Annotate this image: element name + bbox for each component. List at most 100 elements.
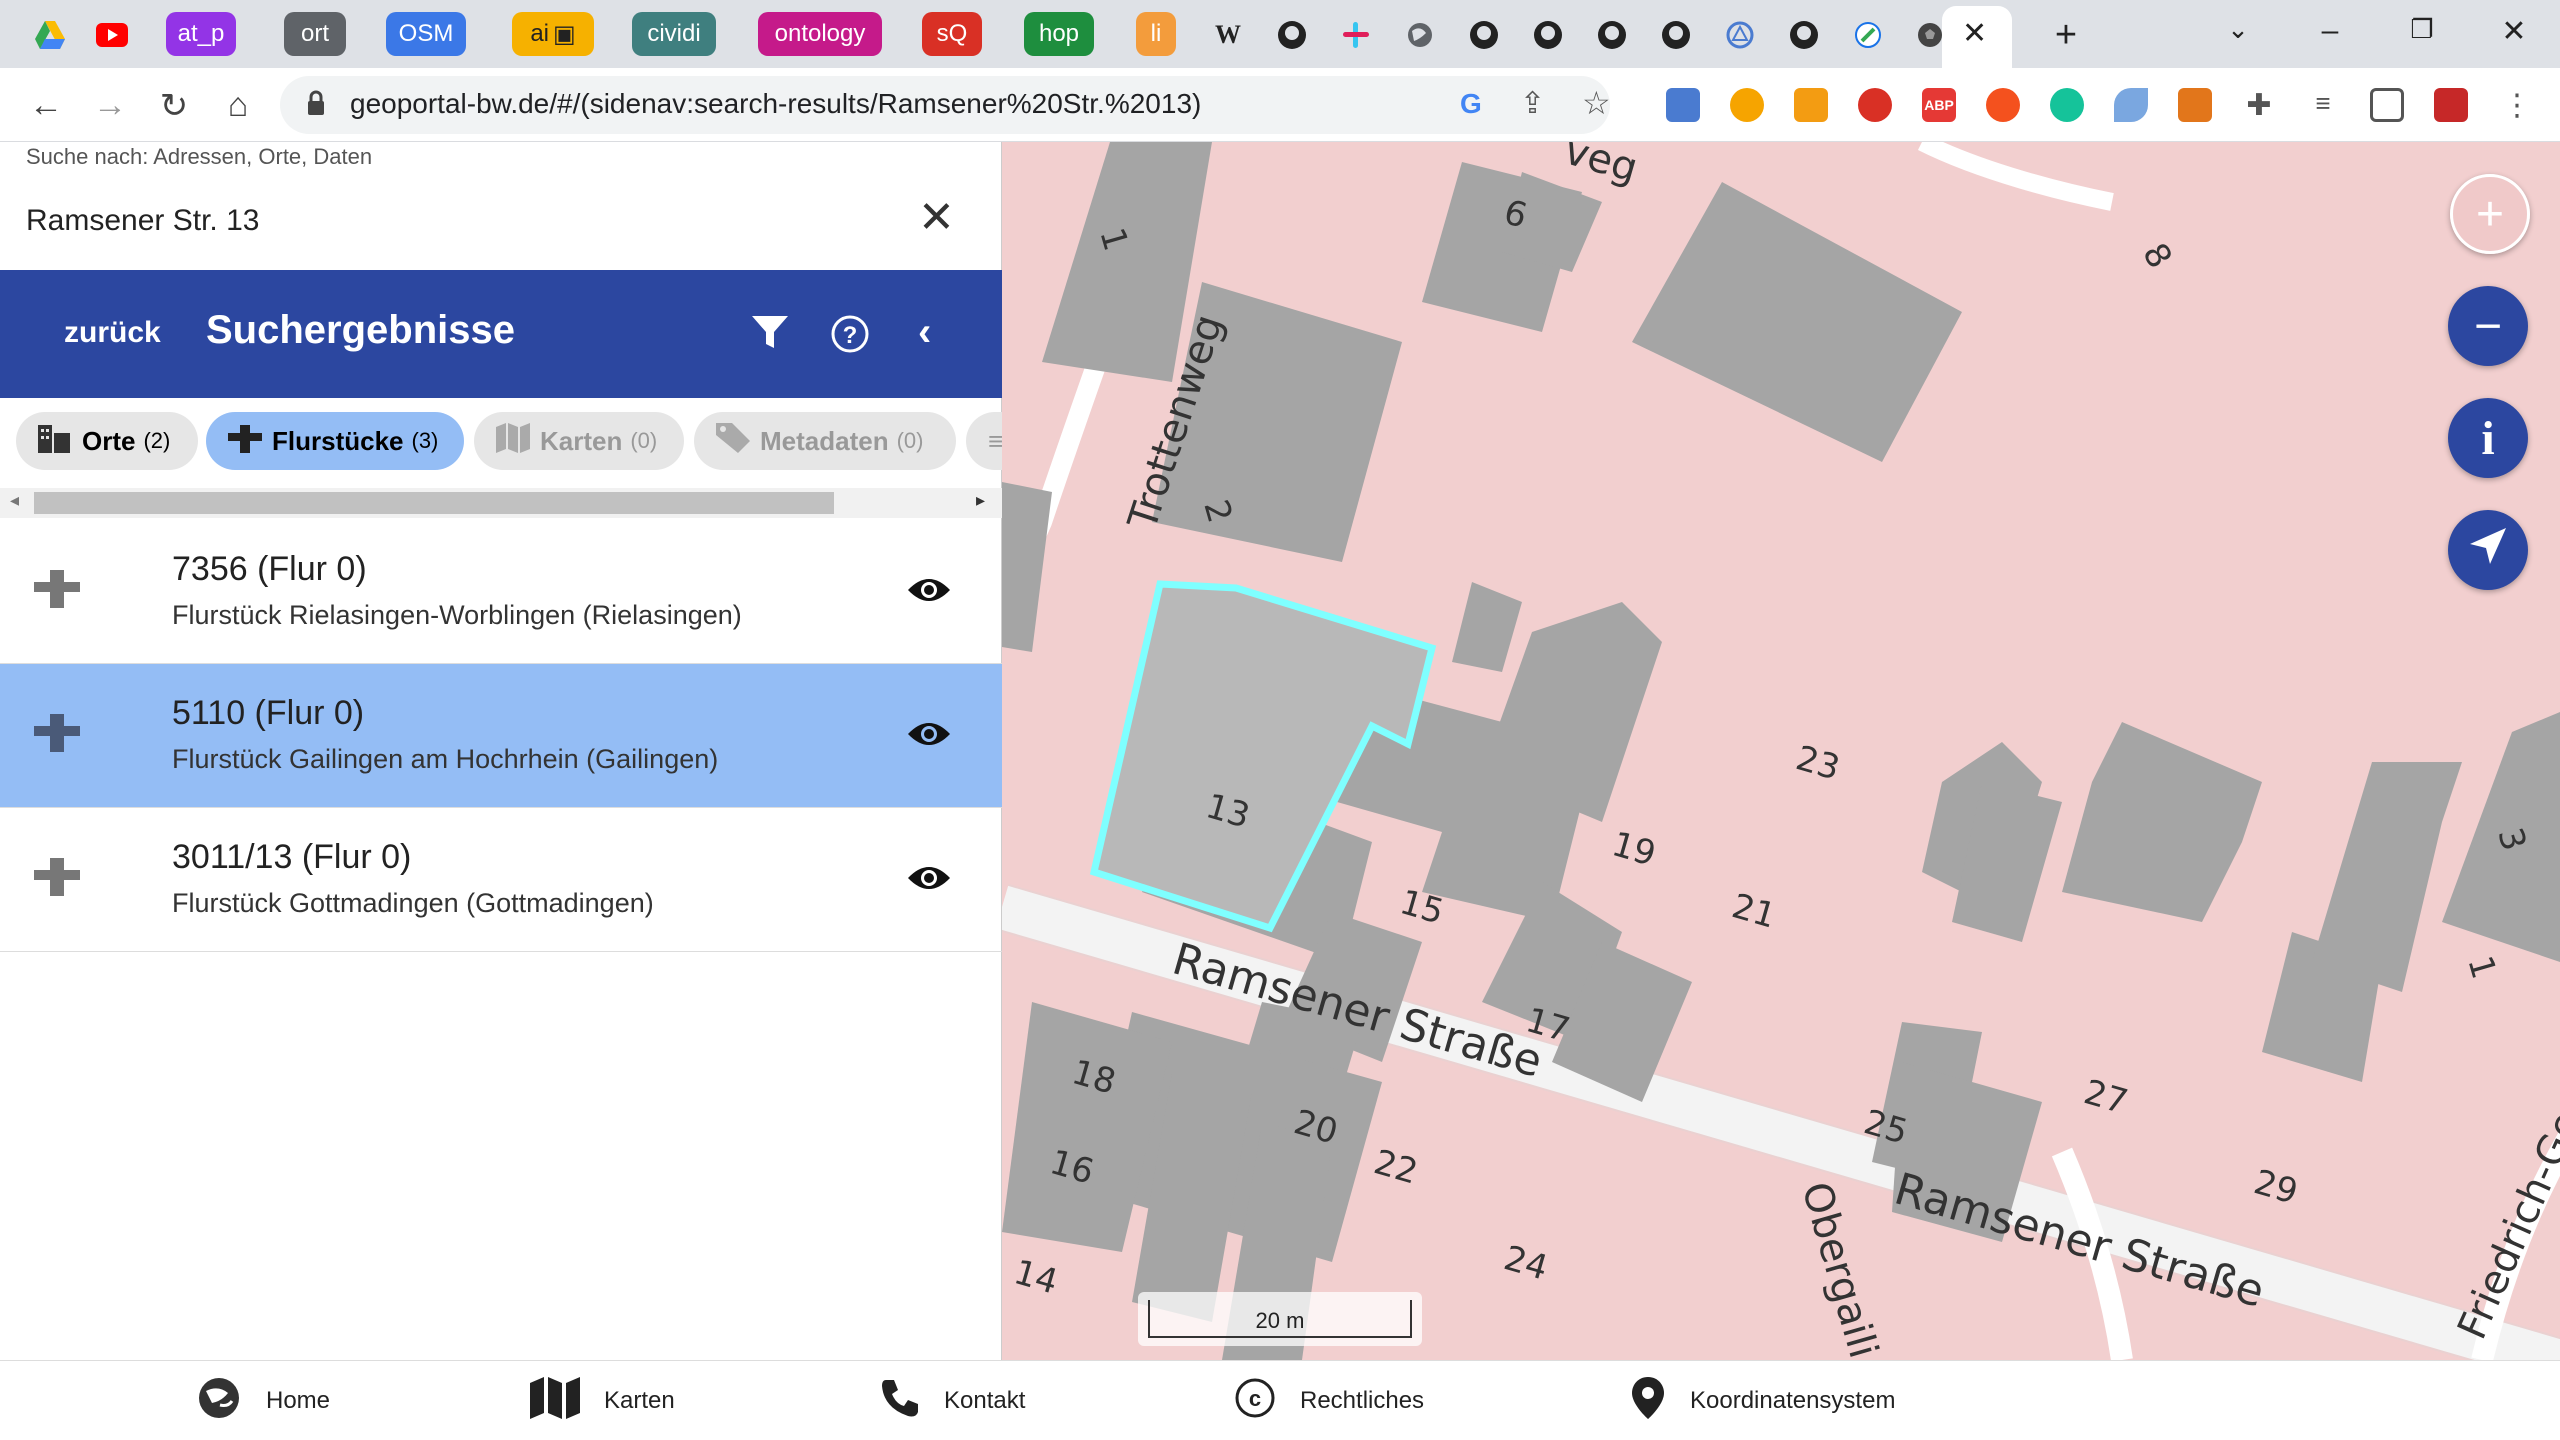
nav-kontakt[interactable]: Kontakt bbox=[880, 1375, 1025, 1427]
window-close-icon[interactable]: ✕ bbox=[2490, 14, 2538, 49]
navigation-arrow-icon bbox=[2468, 523, 2508, 578]
chip-metadaten[interactable]: Metadaten (0) bbox=[694, 412, 956, 470]
lifebuoy-extension-icon[interactable] bbox=[1986, 88, 2020, 122]
tab-li[interactable]: li bbox=[1136, 12, 1176, 56]
tab-at-p[interactable]: at_p bbox=[166, 12, 236, 56]
grammarly-icon[interactable] bbox=[2050, 88, 2084, 122]
tab-osm[interactable]: OSM bbox=[386, 12, 466, 56]
search-input[interactable]: Ramsener Str. 13 bbox=[26, 204, 259, 238]
parcel-icon bbox=[34, 568, 80, 613]
youtube-icon[interactable] bbox=[94, 17, 130, 53]
chip-karten[interactable]: Karten (0) bbox=[474, 412, 684, 470]
github-icon[interactable] bbox=[1658, 17, 1694, 53]
chip-label: Metadaten bbox=[760, 425, 889, 456]
eye-icon[interactable] bbox=[906, 574, 952, 611]
map-canvas[interactable]: Trottenweg Ramsener Straße Ramsener Stra… bbox=[1002, 142, 2560, 1360]
scroll-left-icon[interactable]: ◂ bbox=[10, 490, 19, 511]
feather-extension-icon[interactable] bbox=[2114, 88, 2148, 122]
tab-hop[interactable]: hop bbox=[1024, 12, 1094, 56]
back-button[interactable]: zurück bbox=[64, 316, 161, 350]
house-number: 8 bbox=[2134, 237, 2179, 276]
home-icon[interactable]: ⌂ bbox=[214, 86, 262, 125]
building-icon bbox=[38, 423, 72, 460]
result-item[interactable]: 7356 (Flur 0) Flurstück Rielasingen-Worb… bbox=[0, 520, 1002, 664]
google-translate-icon[interactable]: G bbox=[1460, 88, 1482, 120]
active-tab[interactable]: ✕ bbox=[1942, 6, 2012, 68]
result-item[interactable]: 3011/13 (Flur 0) Flurstück Gottmadingen … bbox=[0, 808, 1002, 952]
chip-more[interactable]: ≡ bbox=[966, 412, 1002, 470]
reload-icon[interactable]: ↻ bbox=[150, 86, 198, 126]
forward-arrow-icon[interactable]: → bbox=[86, 86, 134, 125]
translate-extension-icon[interactable] bbox=[1666, 88, 1700, 122]
locate-button[interactable] bbox=[2448, 510, 2528, 590]
chart-extension-icon[interactable] bbox=[1794, 88, 1828, 122]
results-header: zurück Suchergebnisse ? ‹ bbox=[0, 270, 1002, 398]
nav-home[interactable]: Home bbox=[196, 1375, 330, 1427]
nav-koordinatensystem[interactable]: Koordinatensystem bbox=[1630, 1375, 1895, 1427]
github-icon[interactable] bbox=[1274, 17, 1310, 53]
tab-label: ort bbox=[300, 20, 329, 47]
new-tab-icon[interactable]: + bbox=[2042, 14, 2090, 57]
bookmark-star-icon[interactable]: ☆ bbox=[1582, 84, 1611, 122]
lock-icon bbox=[306, 90, 326, 121]
map-view[interactable]: Trottenweg Ramsener Straße Ramsener Stra… bbox=[1002, 142, 2560, 1360]
network-icon[interactable] bbox=[1722, 17, 1758, 53]
tab-sq[interactable]: sQ bbox=[922, 12, 982, 56]
tab-ontology[interactable]: ontology bbox=[758, 12, 882, 56]
house-number: 1 bbox=[2459, 951, 2503, 983]
wikipedia-icon[interactable]: W bbox=[1210, 17, 1246, 53]
scrollbar-thumb[interactable] bbox=[34, 492, 834, 514]
more-menu-icon[interactable]: ⋮ bbox=[2500, 88, 2534, 122]
close-tab-icon[interactable]: ✕ bbox=[1962, 16, 1987, 51]
github-icon[interactable] bbox=[1786, 17, 1822, 53]
back-arrow-icon[interactable]: ← bbox=[22, 86, 70, 125]
sun-extension-icon[interactable] bbox=[1730, 88, 1764, 122]
tab-cividi[interactable]: cividi bbox=[632, 12, 716, 56]
house-number: 23 bbox=[1792, 738, 1845, 788]
side-panel-icon[interactable] bbox=[2370, 88, 2404, 122]
result-title: 3011/13 (Flur 0) bbox=[172, 838, 412, 876]
grid-extension-icon[interactable] bbox=[2434, 88, 2468, 122]
info-button[interactable]: i bbox=[2448, 398, 2528, 478]
tab-label: li bbox=[1150, 20, 1162, 47]
restore-icon[interactable]: ❐ bbox=[2398, 14, 2446, 45]
nav-karten[interactable]: Karten bbox=[530, 1375, 675, 1427]
chip-orte[interactable]: Orte (2) bbox=[16, 412, 198, 470]
result-subtitle: Flurstück Gailingen am Hochrhein (Gailin… bbox=[172, 744, 719, 774]
minimize-icon[interactable]: – bbox=[2306, 14, 2354, 48]
copyright-icon: c bbox=[1234, 1377, 1300, 1426]
zoom-in-button[interactable]: + bbox=[2450, 174, 2530, 254]
result-subtitle: Flurstück Rielasingen-Worblingen (Rielas… bbox=[172, 600, 742, 630]
filter-icon[interactable] bbox=[752, 314, 788, 355]
collapse-chevron-icon[interactable]: ‹ bbox=[918, 310, 931, 355]
app-icon[interactable] bbox=[1850, 17, 1886, 53]
adblock-icon[interactable]: ABP bbox=[1922, 88, 1956, 122]
nav-rechtliches[interactable]: c Rechtliches bbox=[1234, 1375, 1424, 1427]
chips-scrollbar[interactable]: ◂ ▸ bbox=[0, 488, 1002, 518]
house-number: 22 bbox=[1370, 1142, 1423, 1192]
share-icon[interactable]: ⇪ bbox=[1520, 86, 1545, 121]
google-drive-icon[interactable] bbox=[32, 17, 68, 53]
acrobat-extension-icon[interactable] bbox=[1858, 88, 1892, 122]
tab-ai[interactable]: ai ▣ bbox=[512, 12, 594, 56]
tab-ort[interactable]: ort bbox=[284, 12, 346, 56]
result-item[interactable]: 5110 (Flur 0) Flurstück Gailingen am Hoc… bbox=[0, 664, 1002, 808]
github-icon[interactable] bbox=[1530, 17, 1566, 53]
tab-search-icon[interactable]: ⌄ bbox=[2214, 14, 2262, 45]
scroll-right-icon[interactable]: ▸ bbox=[976, 490, 985, 511]
eye-icon[interactable] bbox=[906, 862, 952, 899]
extensions-puzzle-icon[interactable]: ✚ bbox=[2242, 88, 2276, 122]
eye-icon[interactable] bbox=[906, 718, 952, 755]
media-control-icon[interactable]: ≡ bbox=[2306, 88, 2340, 122]
metamask-icon[interactable] bbox=[2178, 88, 2212, 122]
clear-search-icon[interactable]: ✕ bbox=[918, 192, 955, 243]
slack-icon[interactable] bbox=[1338, 17, 1374, 53]
github-icon[interactable] bbox=[1466, 17, 1502, 53]
address-bar[interactable]: geoportal-bw.de/#/(sidenav:search-result… bbox=[280, 76, 1611, 134]
chip-flurstuecke[interactable]: Flurstücke (3) bbox=[206, 412, 464, 470]
zoom-out-button[interactable]: − bbox=[2448, 286, 2528, 366]
map-icon bbox=[530, 1376, 604, 1426]
help-icon[interactable]: ? bbox=[830, 314, 870, 359]
globe-icon[interactable] bbox=[1402, 17, 1438, 53]
github-icon[interactable] bbox=[1594, 17, 1630, 53]
